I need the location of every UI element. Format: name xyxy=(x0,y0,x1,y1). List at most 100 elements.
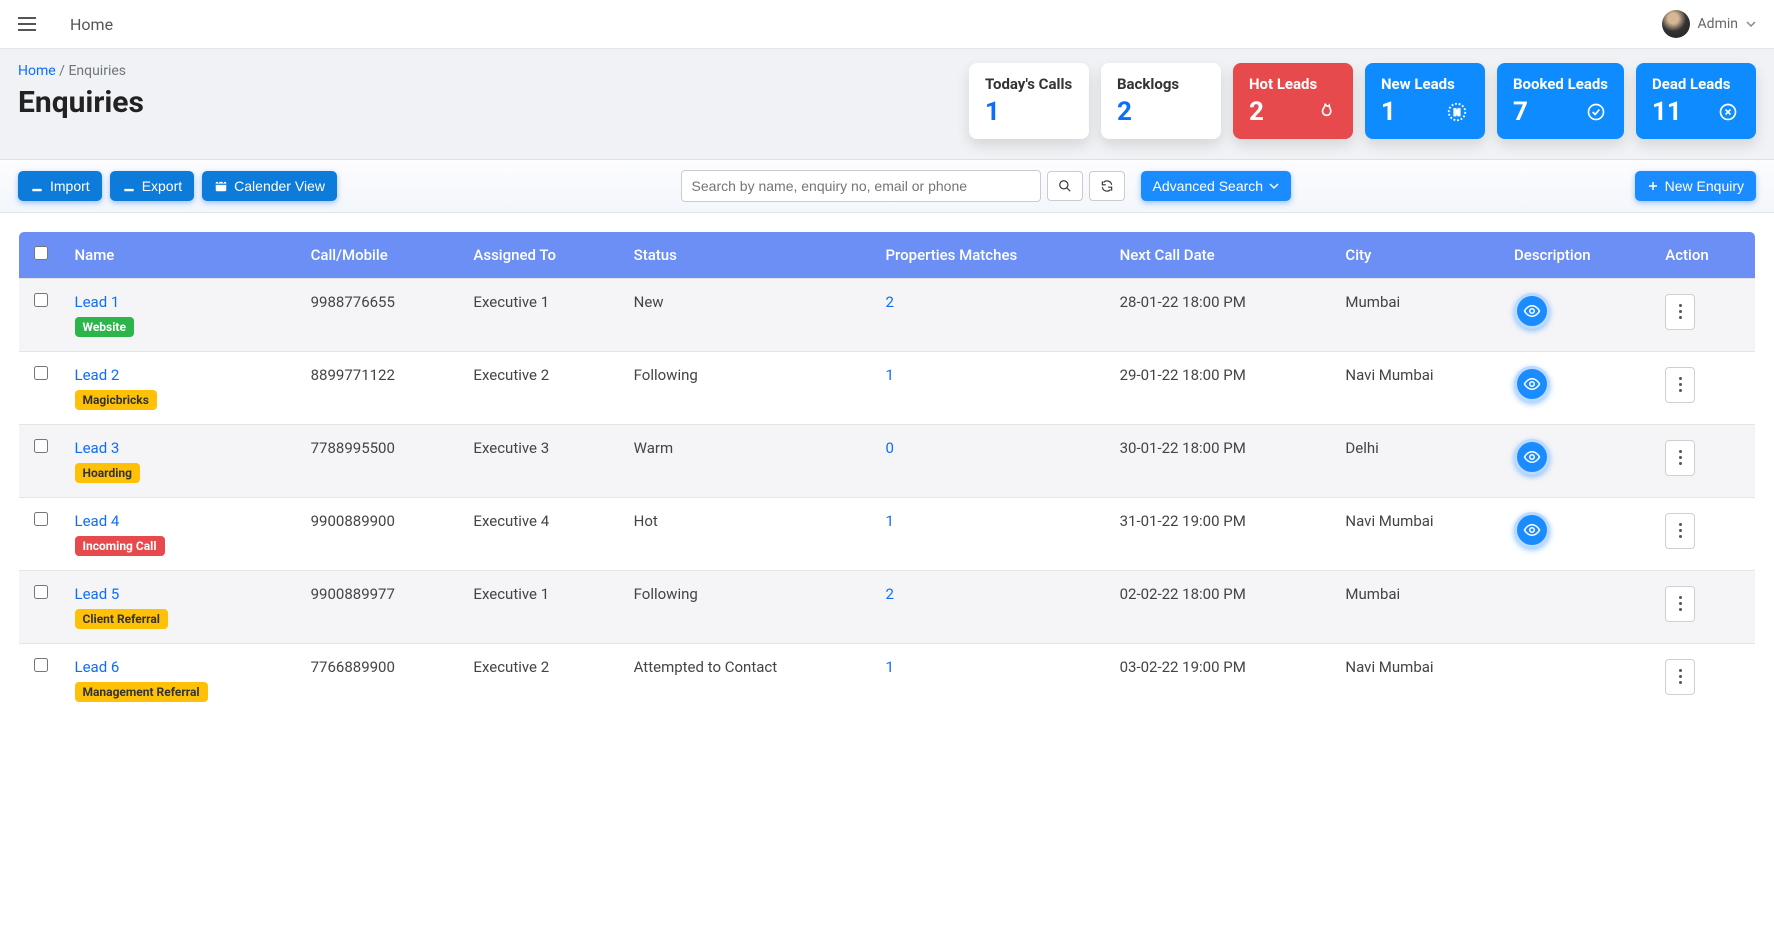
breadcrumb-home[interactable]: Home xyxy=(18,63,56,79)
lead-link[interactable]: Lead 3 xyxy=(75,439,287,457)
lead-link[interactable]: Lead 1 xyxy=(75,293,287,311)
stat-booked-leads[interactable]: Booked Leads 7 xyxy=(1497,63,1624,139)
new-enquiry-button[interactable]: New Enquiry xyxy=(1635,171,1756,201)
view-description-button[interactable] xyxy=(1514,293,1550,329)
col-action[interactable]: Action xyxy=(1653,232,1755,279)
source-badge: Management Referral xyxy=(75,682,208,702)
matches-link[interactable]: 1 xyxy=(885,512,893,530)
cell-next-call: 02-02-22 18:00 PM xyxy=(1108,571,1334,644)
matches-link[interactable]: 2 xyxy=(885,585,893,603)
user-name: Admin xyxy=(1698,16,1738,32)
matches-link[interactable]: 1 xyxy=(885,366,893,384)
cell-description xyxy=(1502,352,1653,425)
stat-title: Hot Leads xyxy=(1249,75,1337,93)
stat-dead-leads[interactable]: Dead Leads 11 xyxy=(1636,63,1756,139)
import-button[interactable]: Import xyxy=(18,171,102,201)
col-city[interactable]: City xyxy=(1333,232,1502,279)
cell-city: Navi Mumbai xyxy=(1333,498,1502,571)
stat-hot-leads[interactable]: Hot Leads 2 xyxy=(1233,63,1353,139)
stat-count: 1 xyxy=(985,97,1000,127)
cell-next-call: 28-01-22 18:00 PM xyxy=(1108,279,1334,352)
row-actions-button[interactable] xyxy=(1665,294,1695,330)
cell-city: Delhi xyxy=(1333,425,1502,498)
fire-icon xyxy=(1313,100,1337,124)
cell-status: Following xyxy=(622,352,874,425)
upload-icon xyxy=(122,179,136,193)
view-description-button[interactable] xyxy=(1514,439,1550,475)
stat-new-leads[interactable]: New Leads 1 N xyxy=(1365,63,1485,139)
stat-backlogs[interactable]: Backlogs 2 xyxy=(1101,63,1221,139)
row-actions-button[interactable] xyxy=(1665,367,1695,403)
table-row: Lead 1Website9988776655Executive 1New228… xyxy=(19,279,1756,352)
lead-link[interactable]: Lead 5 xyxy=(75,585,287,603)
col-assigned[interactable]: Assigned To xyxy=(461,232,621,279)
stat-count: 7 xyxy=(1513,97,1528,127)
cell-next-call: 30-01-22 18:00 PM xyxy=(1108,425,1334,498)
view-description-button[interactable] xyxy=(1514,512,1550,548)
cell-status: Hot xyxy=(622,498,874,571)
matches-link[interactable]: 1 xyxy=(885,658,893,676)
table-row: Lead 4Incoming Call9900889900Executive 4… xyxy=(19,498,1756,571)
cell-status: Following xyxy=(622,571,874,644)
toolbar: Import Export Calender View Advanced Sea… xyxy=(0,160,1774,213)
row-checkbox[interactable] xyxy=(34,585,48,599)
row-actions-button[interactable] xyxy=(1665,586,1695,622)
hamburger-icon[interactable] xyxy=(18,17,36,31)
select-all-checkbox[interactable] xyxy=(34,246,48,260)
cell-next-call: 03-02-22 19:00 PM xyxy=(1108,644,1334,717)
download-icon xyxy=(30,179,44,193)
new-enquiry-label: New Enquiry xyxy=(1665,178,1744,194)
col-mobile[interactable]: Call/Mobile xyxy=(299,232,462,279)
col-name[interactable]: Name xyxy=(63,232,299,279)
cell-mobile: 7766889900 xyxy=(299,644,462,717)
col-next-call[interactable]: Next Call Date xyxy=(1108,232,1334,279)
cell-city: Mumbai xyxy=(1333,571,1502,644)
row-checkbox[interactable] xyxy=(34,439,48,453)
row-checkbox[interactable] xyxy=(34,658,48,672)
col-status[interactable]: Status xyxy=(622,232,874,279)
cell-city: Navi Mumbai xyxy=(1333,644,1502,717)
eye-icon xyxy=(1523,448,1541,466)
view-description-button[interactable] xyxy=(1514,366,1550,402)
calendar-label: Calender View xyxy=(234,178,325,194)
matches-link[interactable]: 0 xyxy=(885,439,893,457)
col-description[interactable]: Description xyxy=(1502,232,1653,279)
search-input[interactable] xyxy=(681,170,1041,202)
search-button[interactable] xyxy=(1047,171,1083,201)
nav-home[interactable]: Home xyxy=(70,15,113,34)
row-checkbox[interactable] xyxy=(34,512,48,526)
lead-link[interactable]: Lead 2 xyxy=(75,366,287,384)
source-badge: Magicbricks xyxy=(75,390,157,410)
breadcrumb-current: Enquiries xyxy=(68,63,126,79)
refresh-icon xyxy=(1100,179,1114,193)
search-icon xyxy=(1058,179,1072,193)
lead-link[interactable]: Lead 6 xyxy=(75,658,287,676)
eye-icon xyxy=(1523,302,1541,320)
cell-status: Attempted to Contact xyxy=(622,644,874,717)
source-badge: Website xyxy=(75,317,134,337)
calendar-view-button[interactable]: Calender View xyxy=(202,171,337,201)
refresh-button[interactable] xyxy=(1089,171,1125,201)
row-checkbox[interactable] xyxy=(34,366,48,380)
user-menu[interactable]: Admin xyxy=(1662,10,1756,38)
source-badge: Incoming Call xyxy=(75,536,165,556)
stat-count: 11 xyxy=(1652,97,1682,127)
row-checkbox[interactable] xyxy=(34,293,48,307)
cell-city: Mumbai xyxy=(1333,279,1502,352)
advanced-search-button[interactable]: Advanced Search xyxy=(1141,171,1292,201)
table-row: Lead 2Magicbricks8899771122Executive 2Fo… xyxy=(19,352,1756,425)
cell-assigned: Executive 1 xyxy=(461,571,621,644)
calendar-icon xyxy=(214,179,228,193)
matches-link[interactable]: 2 xyxy=(885,293,893,311)
stat-todays-calls[interactable]: Today's Calls 1 xyxy=(969,63,1089,139)
import-label: Import xyxy=(50,178,90,194)
cell-mobile: 7788995500 xyxy=(299,425,462,498)
row-actions-button[interactable] xyxy=(1665,440,1695,476)
row-actions-button[interactable] xyxy=(1665,659,1695,695)
export-button[interactable]: Export xyxy=(110,171,194,201)
cell-assigned: Executive 2 xyxy=(461,644,621,717)
col-properties[interactable]: Properties Matches xyxy=(873,232,1107,279)
cell-status: Warm xyxy=(622,425,874,498)
row-actions-button[interactable] xyxy=(1665,513,1695,549)
lead-link[interactable]: Lead 4 xyxy=(75,512,287,530)
